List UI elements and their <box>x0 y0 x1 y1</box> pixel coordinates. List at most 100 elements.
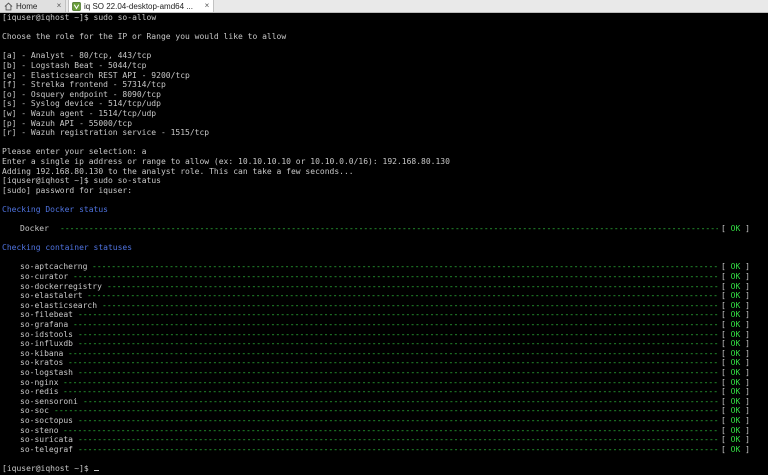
service-name: so-kibana <box>20 348 64 358</box>
ok-label: OK <box>730 367 741 377</box>
close-icon[interactable]: × <box>203 2 211 10</box>
status-badge: [ OK ] <box>721 387 750 397</box>
status-badge: [ OK ] <box>721 300 750 310</box>
status-badge: [ OK ] <box>721 272 750 282</box>
status-badge: [ OK ] <box>721 310 750 320</box>
ok-label: OK <box>730 358 741 368</box>
ok-label: OK <box>730 396 741 406</box>
command-text: sudo so-status <box>93 176 161 186</box>
service-name: so-influxdb <box>20 339 73 349</box>
close-icon[interactable]: × <box>55 2 63 10</box>
service-name: so-elastalert <box>20 291 83 301</box>
service-name: so-sensoroni <box>20 396 78 406</box>
ok-label: OK <box>730 281 741 291</box>
status-dots: ----------------------------------------… <box>63 387 718 397</box>
ok-label: OK <box>730 406 741 416</box>
status-badge: [ OK ] <box>721 377 750 387</box>
ok-label: OK <box>730 339 741 349</box>
ok-label: OK <box>730 435 741 445</box>
service-status-row: so-redis --------------------------------… <box>2 387 768 397</box>
terminal-line-final-prompt: [iquser@iqhost ~]$ <box>2 464 768 474</box>
status-dots: ----------------------------------------… <box>63 425 718 435</box>
ok-label: OK <box>730 310 741 320</box>
ok-label: OK <box>730 320 741 329</box>
status-badge: [ OK ] <box>721 320 750 329</box>
status-badge: [ OK ] <box>721 348 750 358</box>
status-badge: [ OK ] <box>721 224 750 234</box>
role-option: [o] - Osquery endpoint - 8090/tcp <box>2 89 161 99</box>
prompt-text: [iquser@iqhost ~]$ <box>2 13 89 22</box>
service-name: so-grafana <box>20 320 69 329</box>
status-badge: [ OK ] <box>721 406 750 416</box>
status-dots: ----------------------------------------… <box>78 367 718 377</box>
selection-prompt: Please enter your selection: a <box>2 147 147 157</box>
vm-icon <box>72 1 81 11</box>
status-badge: [ OK ] <box>721 367 750 377</box>
sudo-password-prompt: [sudo] password for iquser: <box>2 185 133 195</box>
status-badge: [ OK ] <box>721 444 750 454</box>
role-option: [r] - Wazuh registration service - 1515/… <box>2 128 210 138</box>
status-dots: ----------------------------------------… <box>73 320 718 329</box>
browser-tab-bar: Home × iq SO 22.04-desktop-amd64 ... × <box>0 0 768 13</box>
service-status-row: so-elastalert ---------------------------… <box>2 291 768 301</box>
service-name: so-kratos <box>20 358 64 368</box>
service-name: so-suricata <box>20 435 73 445</box>
service-name: so-redis <box>20 387 59 397</box>
status-badge: [ OK ] <box>721 435 750 445</box>
docker-status-row: Docker ---------------------------------… <box>2 224 768 234</box>
role-option: [s] - Syslog device - 514/tcp/udp <box>2 99 161 109</box>
ok-label: OK <box>730 272 741 282</box>
service-status-row: so-telegraf -----------------------------… <box>2 445 768 455</box>
status-dots: ----------------------------------------… <box>68 358 718 368</box>
terminal-console[interactable]: [iquser@iqhost ~]$ sudo so-allow Choose … <box>0 13 768 475</box>
terminal-line-command: [iquser@iqhost ~]$ sudo so-allow <box>2 13 768 23</box>
service-name: so-telegraf <box>20 444 73 454</box>
adding-message: Adding 192.168.80.130 to the analyst rol… <box>2 166 354 176</box>
status-dots: ----------------------------------------… <box>73 272 718 282</box>
service-status-row: so-soc ----------------------------------… <box>2 406 768 416</box>
command-text: sudo so-allow <box>93 13 157 22</box>
role-option: [p] - Wazuh API - 55000/tcp <box>2 118 133 128</box>
tab-home[interactable]: Home × <box>0 0 66 12</box>
status-dots: ----------------------------------------… <box>68 348 718 358</box>
service-status-row: so-grafana ------------------------------… <box>2 320 768 330</box>
ok-label: OK <box>730 329 741 339</box>
ok-label: OK <box>730 425 741 435</box>
role-option: [f] - Strelka frontend - 57314/tcp <box>2 80 166 90</box>
service-name: so-elasticsearch <box>20 300 98 310</box>
tab-vm-console[interactable]: iq SO 22.04-desktop-amd64 ... × <box>68 0 214 12</box>
service-name: so-logstash <box>20 367 73 377</box>
service-name: Docker <box>20 224 49 234</box>
status-badge: [ OK ] <box>721 329 750 339</box>
role-option: [b] - Logstash Beat - 5044/tcp <box>2 60 147 70</box>
service-name: so-soc <box>20 406 49 416</box>
status-dots: ----------------------------------------… <box>54 406 718 416</box>
status-dots: ----------------------------------------… <box>78 415 718 425</box>
status-badge: [ OK ] <box>721 396 750 406</box>
service-status-row: so-sensoroni ----------------------------… <box>2 397 768 407</box>
cursor <box>93 469 99 471</box>
prompt-text: [iquser@iqhost ~]$ <box>2 176 89 186</box>
tab-home-label: Home <box>16 1 38 11</box>
ip-prompt: Enter a single ip address or range to al… <box>2 156 450 166</box>
service-status-row: so-steno --------------------------------… <box>2 426 768 436</box>
ok-label: OK <box>730 224 741 234</box>
service-status-list: so-aptcacherng --------------------------… <box>2 262 768 454</box>
home-icon <box>4 2 13 10</box>
status-dots: ----------------------------------------… <box>107 281 718 291</box>
status-dots: ----------------------------------------… <box>87 291 718 301</box>
status-badge: [ OK ] <box>721 291 750 301</box>
service-status-row: so-filebeat -----------------------------… <box>2 310 768 320</box>
status-dots: ----------------------------------------… <box>63 377 718 387</box>
service-status-row: so-aptcacherng --------------------------… <box>2 262 768 272</box>
service-name: so-curator <box>20 272 69 282</box>
service-status-row: so-elasticsearch ------------------------… <box>2 301 768 311</box>
service-name: so-dockerregistry <box>20 281 102 291</box>
service-name: so-idstools <box>20 329 73 339</box>
service-status-row: so-suricata -----------------------------… <box>2 435 768 445</box>
